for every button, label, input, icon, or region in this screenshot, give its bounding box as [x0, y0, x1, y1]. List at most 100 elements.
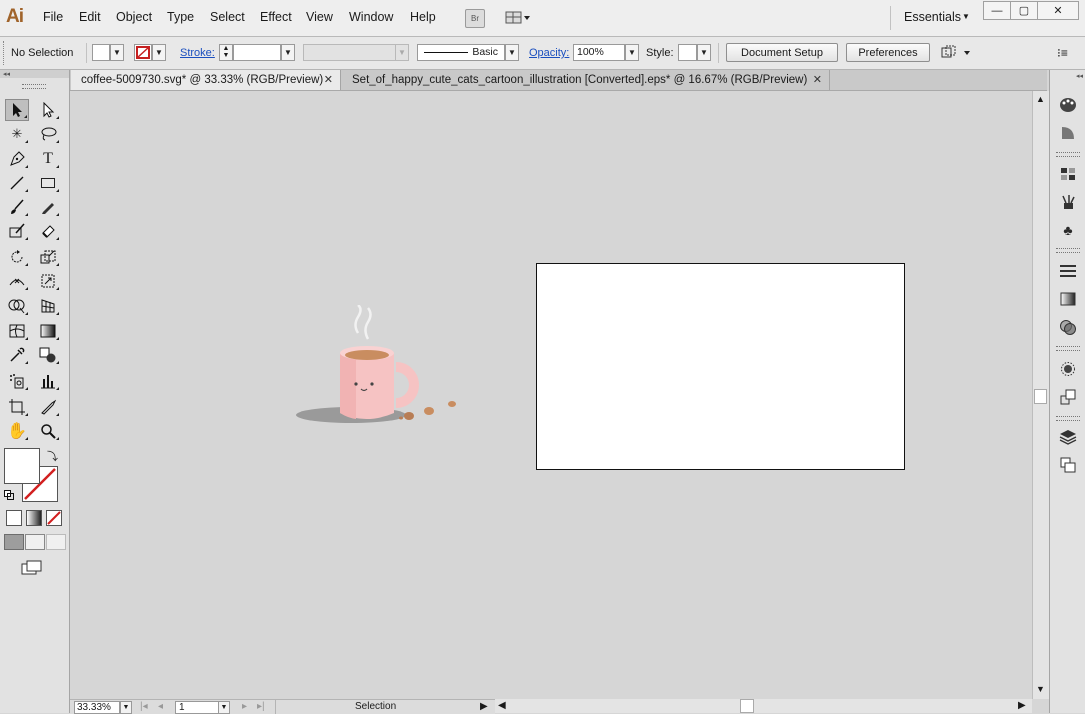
scroll-down-icon[interactable]: ▼ [1036, 684, 1045, 694]
type-tool[interactable]: T [36, 148, 60, 170]
eraser-tool[interactable] [36, 220, 60, 242]
tab-close-icon[interactable]: ✕ [324, 73, 333, 86]
vertical-scroll-thumb[interactable] [1034, 389, 1047, 404]
paintbrush-tool[interactable] [5, 196, 29, 218]
artboard-tool[interactable] [5, 396, 29, 418]
magic-wand-tool[interactable]: ✳ [5, 123, 29, 145]
menu-object[interactable]: Object [116, 10, 152, 24]
opacity-input[interactable]: 100% [573, 44, 625, 61]
free-transform-tool[interactable] [36, 270, 60, 292]
vertical-scrollbar[interactable]: ▲ ▼ [1032, 91, 1049, 699]
tab-cats-document[interactable]: Set_of_happy_cute_cats_cartoon_illustrat… [342, 70, 830, 90]
color-mode-button[interactable] [6, 510, 22, 526]
menu-help[interactable]: Help [410, 10, 436, 24]
swatches-panel-button[interactable] [1058, 165, 1078, 183]
horizontal-scrollbar[interactable]: ◀ ▶ [495, 699, 1032, 713]
previous-artboard-icon[interactable]: ◂ [158, 701, 163, 712]
screen-mode-button[interactable] [21, 560, 43, 576]
menu-file[interactable]: File [43, 10, 63, 24]
gradient-mode-button[interactable] [26, 510, 42, 526]
zoom-dropdown-icon[interactable]: ▼ [120, 701, 132, 714]
draw-inside-button[interactable] [46, 534, 66, 550]
expand-panels-icon[interactable]: ◂◂ [1076, 72, 1083, 80]
appearance-panel-button[interactable] [1058, 360, 1078, 378]
stroke-weight-stepper[interactable]: ▲ ▼ [219, 44, 233, 61]
symbol-sprayer-tool[interactable] [5, 370, 29, 392]
preferences-button[interactable]: Preferences [846, 43, 930, 62]
next-artboard-icon[interactable]: ▸ [242, 701, 247, 712]
menu-type[interactable]: Type [167, 10, 194, 24]
artboards-panel-button[interactable] [1058, 456, 1078, 474]
transparency-panel-button[interactable] [1058, 318, 1078, 336]
blend-tool[interactable] [36, 344, 60, 366]
artboard[interactable] [536, 263, 905, 470]
scale-tool[interactable] [36, 246, 60, 268]
panel-grip[interactable] [3, 41, 6, 65]
eyedropper-tool[interactable] [5, 344, 29, 366]
direct-selection-tool[interactable] [36, 99, 60, 121]
variable-width-dropdown[interactable]: ▼ [395, 44, 409, 61]
swap-fill-stroke-icon[interactable]: ⤵ [47, 448, 58, 464]
lasso-tool[interactable] [36, 123, 60, 145]
bridge-button[interactable]: Br [465, 9, 485, 28]
slice-tool[interactable] [36, 396, 60, 418]
menu-edit[interactable]: Edit [79, 10, 101, 24]
tab-coffee-document[interactable]: coffee-5009730.svg* @ 33.33% (RGB/Previe… [71, 70, 341, 90]
color-guide-panel-button[interactable] [1058, 124, 1078, 142]
line-segment-tool[interactable] [5, 172, 29, 194]
color-panel-button[interactable] [1058, 96, 1078, 114]
arrange-documents-button[interactable] [505, 9, 531, 26]
tab-close-icon[interactable]: ✕ [813, 73, 822, 86]
panel-grip[interactable] [1056, 346, 1080, 351]
artboard-dropdown-icon[interactable]: ▼ [218, 701, 230, 714]
status-menu-arrow-icon[interactable]: ▶ [480, 701, 488, 712]
gradient-tool[interactable] [36, 320, 60, 342]
draw-normal-button[interactable] [4, 534, 24, 550]
menu-window[interactable]: Window [349, 10, 393, 24]
first-artboard-icon[interactable]: |◂ [140, 701, 148, 712]
style-swatch[interactable] [678, 44, 697, 61]
panel-grip[interactable] [1056, 416, 1080, 421]
stroke-panel-button[interactable] [1058, 262, 1078, 280]
coffee-mug-illustration[interactable] [296, 305, 466, 430]
variable-width-profile[interactable] [303, 44, 397, 61]
symbols-panel-button[interactable]: ♣ [1058, 221, 1078, 239]
horizontal-scroll-thumb[interactable] [740, 699, 754, 713]
zoom-level-field[interactable]: 33.33% [74, 701, 120, 714]
workspace-switcher[interactable]: Essentials [904, 10, 961, 24]
menu-effect[interactable]: Effect [260, 10, 292, 24]
document-setup-button[interactable]: Document Setup [726, 43, 838, 62]
maximize-button[interactable]: ▢ [1010, 1, 1038, 20]
mesh-tool[interactable] [5, 320, 29, 342]
width-tool[interactable] [5, 270, 29, 292]
menu-select[interactable]: Select [210, 10, 245, 24]
brushes-panel-button[interactable] [1058, 193, 1078, 211]
rotate-tool[interactable] [5, 246, 29, 268]
layers-panel-button[interactable] [1058, 428, 1078, 446]
collapse-panel-icon[interactable]: ◂◂ [0, 70, 69, 78]
scroll-right-icon[interactable]: ▶ [1018, 700, 1026, 711]
panel-grip[interactable] [22, 84, 46, 89]
pen-tool[interactable] [5, 148, 29, 170]
stroke-swatch[interactable] [134, 44, 152, 61]
fill-dropdown[interactable]: ▼ [110, 44, 124, 61]
style-dropdown[interactable]: ▼ [697, 44, 711, 61]
draw-behind-button[interactable] [25, 534, 45, 550]
panel-menu-icon[interactable]: ⁝≡ [1057, 46, 1068, 60]
brush-definition[interactable]: Basic [417, 44, 505, 61]
scroll-up-icon[interactable]: ▲ [1036, 94, 1045, 104]
last-artboard-icon[interactable]: ▸| [257, 701, 265, 712]
panel-grip[interactable] [1056, 152, 1080, 157]
menu-view[interactable]: View [306, 10, 333, 24]
arrange-objects-button[interactable] [940, 45, 972, 61]
selection-tool[interactable] [5, 99, 29, 121]
graphic-styles-panel-button[interactable] [1058, 388, 1078, 406]
shape-builder-tool[interactable] [5, 295, 29, 317]
hand-tool[interactable]: ✋ [5, 420, 29, 442]
fill-color-box[interactable] [4, 448, 40, 484]
zoom-tool[interactable] [36, 420, 60, 442]
brush-dropdown[interactable]: ▼ [505, 44, 519, 61]
blob-brush-tool[interactable] [5, 220, 29, 242]
opacity-label[interactable]: Opacity: [529, 47, 569, 59]
none-mode-button[interactable] [46, 510, 62, 526]
